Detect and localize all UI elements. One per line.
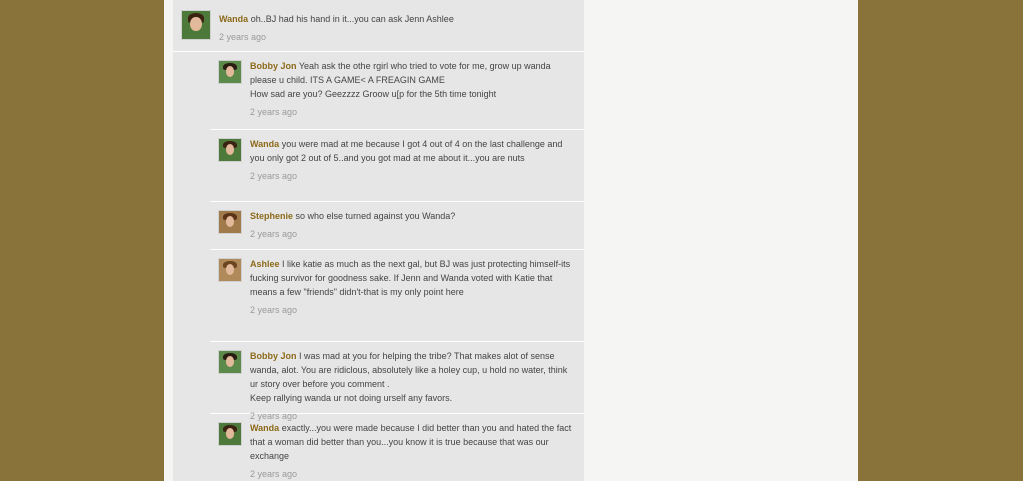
stephenie-avatar-icon[interactable] <box>218 210 242 234</box>
comment-text: exactly...you were made because I did be… <box>250 423 572 461</box>
comment-body: Wanda exactly...you were made because I … <box>250 421 576 481</box>
bobby-jon-avatar-icon[interactable] <box>218 350 242 374</box>
comment-body: Wanda oh..BJ had his hand in it...you ca… <box>219 12 576 44</box>
comment-timestamp: 2 years ago <box>219 32 267 42</box>
comment-author-link[interactable]: Ashlee <box>250 259 280 269</box>
wanda-avatar-icon[interactable] <box>218 422 242 446</box>
bobby-jon-avatar-icon[interactable] <box>218 60 242 84</box>
comment-thread: Wanda oh..BJ had his hand in it...you ca… <box>173 0 584 481</box>
comment-timestamp: 2 years ago <box>250 171 298 181</box>
comment-text: so who else turned against you Wanda? <box>295 211 456 221</box>
comment: Wanda oh..BJ had his hand in it...you ca… <box>173 0 584 52</box>
comment-text: oh..BJ had his hand in it...you can ask … <box>250 14 454 24</box>
comment-body: Ashlee I like katie as much as the next … <box>250 257 576 317</box>
comment-text: you were mad at me because I got 4 out o… <box>250 139 563 163</box>
comment-reply: Bobby Jon Yeah ask the othe rgirl who tr… <box>210 52 584 130</box>
wanda-avatar-icon[interactable] <box>218 138 242 162</box>
ashlee-avatar-icon[interactable] <box>218 258 242 282</box>
comment-body: Stephenie so who else turned against you… <box>250 209 576 241</box>
comment-reply: Wanda you were mad at me because I got 4… <box>210 130 584 202</box>
comment-body: Wanda you were mad at me because I got 4… <box>250 137 576 183</box>
comment-author-link[interactable]: Wanda <box>250 423 279 433</box>
comment-author-link[interactable]: Wanda <box>250 139 279 149</box>
comment-reply: Bobby Jon I was mad at you for helping t… <box>210 342 584 421</box>
comment-reply: Wanda exactly...you were made because I … <box>210 414 584 481</box>
comment-author-link[interactable]: Bobby Jon <box>250 351 297 361</box>
page-content: Wanda oh..BJ had his hand in it...you ca… <box>164 0 858 481</box>
comment-timestamp: 2 years ago <box>250 229 298 239</box>
comment-timestamp: 2 years ago <box>250 305 298 315</box>
comment-author-link[interactable]: Bobby Jon <box>250 61 297 71</box>
comment-timestamp: 2 years ago <box>250 107 298 117</box>
comment-body: Bobby Jon I was mad at you for helping t… <box>250 349 576 423</box>
comment-reply: Stephenie so who else turned against you… <box>210 202 584 250</box>
comment-author-link[interactable]: Wanda <box>219 14 248 24</box>
comment-text: I like katie as much as the next gal, bu… <box>250 259 571 297</box>
comment-timestamp: 2 years ago <box>250 469 298 479</box>
comment-reply: Ashlee I like katie as much as the next … <box>210 250 584 342</box>
comment-author-link[interactable]: Stephenie <box>250 211 293 221</box>
wanda-avatar-icon[interactable] <box>181 10 211 40</box>
comment-text: I was mad at you for helping the tribe? … <box>250 351 568 403</box>
comment-body: Bobby Jon Yeah ask the othe rgirl who tr… <box>250 59 576 119</box>
